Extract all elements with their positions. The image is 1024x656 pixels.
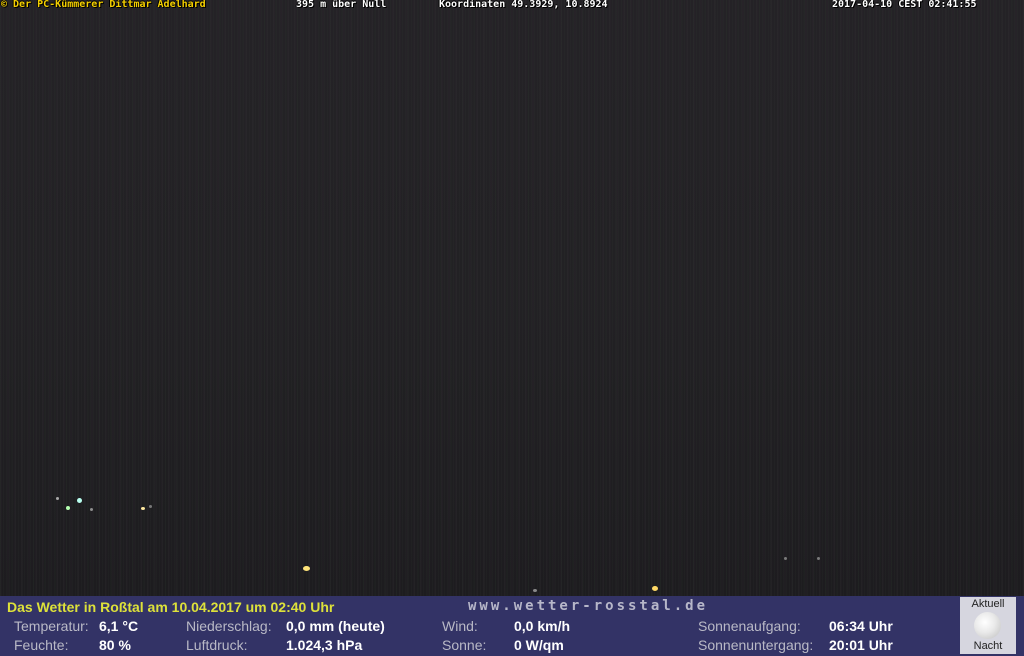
distant-light xyxy=(90,508,93,511)
humidity-value: 80 % xyxy=(99,637,131,653)
webcam-info-bar: © Der PC-Kümmerer Dittmar Adelhard 395 m… xyxy=(0,0,1024,12)
precipitation-value: 0,0 mm (heute) xyxy=(286,618,385,634)
moon-current-label: Aktuell xyxy=(971,598,1005,610)
temperature-value: 6,1 °C xyxy=(99,618,139,634)
sunrise-label: Sonnenaufgang: xyxy=(698,618,801,634)
timestamp-text: 2017-04-10 CEST 02:41:55 xyxy=(832,0,977,10)
weather-headline: Das Wetter in Roßtal am 10.04.2017 um 02… xyxy=(7,599,335,615)
sun-label: Sonne: xyxy=(442,637,487,653)
moon-night-label: Nacht xyxy=(973,640,1003,652)
distant-light xyxy=(149,505,152,508)
sun-value: 0 W/qm xyxy=(514,637,564,653)
humidity-label: Feuchte: xyxy=(14,637,69,653)
sunset-label: Sonnenuntergang: xyxy=(698,637,814,653)
copyright-text: © Der PC-Kümmerer Dittmar Adelhard xyxy=(1,0,206,10)
distant-light xyxy=(141,507,145,510)
webcam-night-image xyxy=(0,0,1024,596)
distant-light xyxy=(784,557,787,560)
distant-light xyxy=(56,497,59,500)
distant-light xyxy=(817,557,820,560)
coordinates-text: Koordinaten 49.3929, 10.8924 xyxy=(439,0,608,10)
moon-phase-box: Aktuell Nacht xyxy=(960,597,1016,654)
wind-label: Wind: xyxy=(442,618,478,634)
website-url: www.wetter-rosstal.de xyxy=(468,598,709,614)
distant-light xyxy=(77,498,82,503)
distant-light xyxy=(652,586,658,591)
distant-light xyxy=(303,566,310,571)
distant-light xyxy=(533,589,537,592)
elevation-text: 395 m über Null xyxy=(296,0,387,10)
precipitation-label: Niederschlag: xyxy=(186,618,272,634)
distant-light xyxy=(66,506,70,510)
pressure-value: 1.024,3 hPa xyxy=(286,637,363,653)
weather-panel: Das Wetter in Roßtal am 10.04.2017 um 02… xyxy=(0,596,1024,656)
temperature-label: Temperatur: xyxy=(14,618,89,634)
sunset-value: 20:01 Uhr xyxy=(829,637,893,653)
wind-value: 0,0 km/h xyxy=(514,618,571,634)
moon-icon xyxy=(974,612,1001,639)
pressure-label: Luftdruck: xyxy=(186,637,248,653)
sunrise-value: 06:34 Uhr xyxy=(829,618,893,634)
